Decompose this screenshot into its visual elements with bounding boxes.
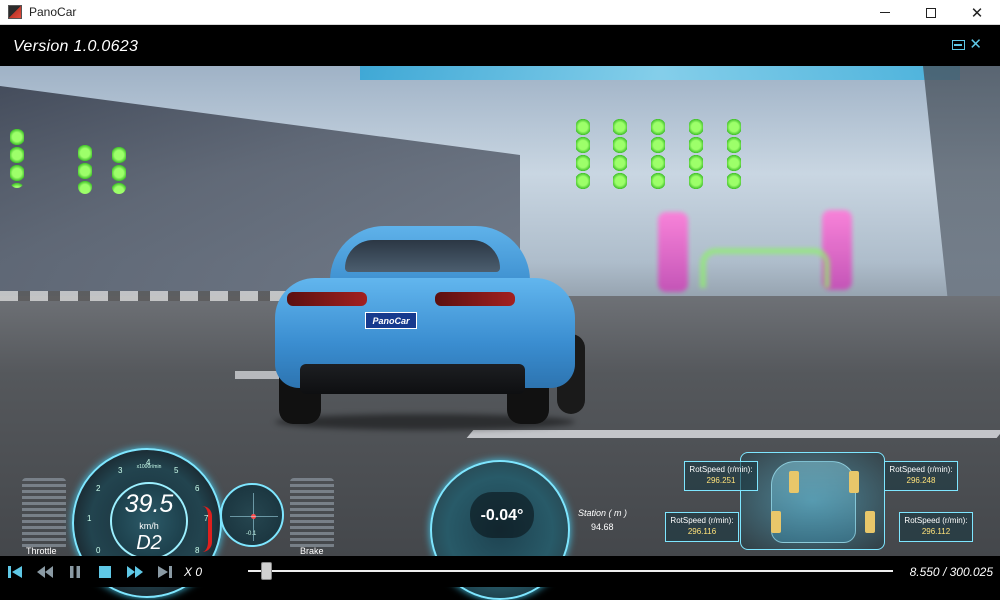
throttle-label: Throttle <box>26 546 57 556</box>
rewind-button[interactable] <box>36 564 54 580</box>
throttle-gauge <box>22 478 66 550</box>
minimize-button[interactable] <box>862 0 908 25</box>
app-logo-icon <box>8 5 22 19</box>
brake-label: Brake <box>300 546 324 556</box>
app-header: Version 1.0.0623 ✕ <box>0 26 1000 66</box>
tire-front-right-icon <box>849 471 859 493</box>
timeline-track[interactable] <box>248 570 893 572</box>
rotspeed-value: 296.251 <box>706 476 736 485</box>
green-arch <box>700 248 830 288</box>
close-icon[interactable]: ✕ <box>969 37 982 52</box>
stop-icon <box>99 566 111 578</box>
header-controls: ✕ <box>952 37 982 52</box>
speedo-tick: 4 <box>146 458 151 467</box>
minimize-icon <box>880 12 890 13</box>
tire-rear-right-icon <box>865 511 875 533</box>
maximize-button[interactable] <box>908 0 954 25</box>
vehicle-rear-window <box>345 240 500 272</box>
title-bar: PanoCar ✕ <box>0 0 1000 25</box>
station-value: 94.68 <box>591 522 614 532</box>
station-label: Station ( m ) <box>578 508 628 518</box>
wheel-rotspeed-front-left: RotSpeed (r/min): 296.251 <box>684 461 758 491</box>
pause-icon <box>70 566 80 578</box>
speed-value: 39.5 <box>124 490 174 518</box>
curb <box>0 291 300 301</box>
playback-speed[interactable]: X 0 <box>184 565 202 579</box>
heading-value: -0.1 <box>246 531 257 537</box>
fast-forward-icon <box>127 566 143 578</box>
rotspeed-label: RotSpeed (r/min): <box>689 465 753 474</box>
brake-gauge <box>290 478 334 550</box>
speedo-tick: 3 <box>118 466 123 475</box>
tail-light <box>287 292 367 306</box>
steering-angle: -0.04° <box>480 507 524 524</box>
rotspeed-label: RotSpeed (r/min): <box>904 516 968 525</box>
start-light <box>78 144 92 194</box>
rewind-icon <box>37 566 53 578</box>
tail-light <box>435 292 515 306</box>
rotspeed-value: 296.248 <box>906 476 936 485</box>
rear-diffuser <box>300 364 525 394</box>
lane-marking <box>235 371 280 379</box>
tire-rear-left-icon <box>771 511 781 533</box>
playback-bar: X 0 8.550 / 300.025 <box>0 556 1000 587</box>
gear-indicator: D2 <box>136 532 162 554</box>
chassis-diagram <box>740 452 885 550</box>
skip-end-icon <box>158 566 172 578</box>
rotspeed-value: 296.112 <box>921 527 951 536</box>
pause-button[interactable] <box>66 564 84 580</box>
heading-dot-icon <box>251 514 256 519</box>
rotspeed-label: RotSpeed (r/min): <box>889 465 953 474</box>
speed-unit: km/h <box>139 521 159 531</box>
right-structure <box>923 66 1000 326</box>
start-light <box>727 118 741 190</box>
start-light <box>576 118 590 190</box>
restore-icon[interactable] <box>952 40 966 50</box>
rotspeed-value: 296.116 <box>687 527 717 536</box>
overhead-banner <box>360 66 960 80</box>
lane-marking <box>466 430 1000 438</box>
start-light <box>112 146 126 194</box>
skip-start-button[interactable] <box>6 564 24 580</box>
playback-time: 8.550 / 300.025 <box>909 565 993 579</box>
tire-front-left-icon <box>789 471 799 493</box>
license-plate: PanoCar <box>365 312 417 329</box>
rotspeed-label: RotSpeed (r/min): <box>670 516 734 525</box>
pink-post <box>658 212 688 292</box>
wheel-rotspeed-rear-left: RotSpeed (r/min): 296.116 <box>665 512 739 542</box>
close-window-button[interactable]: ✕ <box>954 0 1000 25</box>
skip-end-button[interactable] <box>156 564 174 580</box>
heading-gauge: -0.1 <box>220 483 284 547</box>
timeline-scrubber[interactable] <box>261 562 273 580</box>
vehicle: PanoCar <box>275 226 590 430</box>
start-light <box>651 118 665 190</box>
version-label: Version 1.0.0623 <box>13 38 139 55</box>
wheel-rotspeed-rear-right: RotSpeed (r/min): 296.112 <box>899 512 973 542</box>
start-light <box>10 128 24 188</box>
start-light <box>689 118 703 190</box>
speedo-tick: 5 <box>174 466 179 475</box>
close-icon: ✕ <box>970 4 984 22</box>
skip-start-icon <box>8 566 22 578</box>
window-title: PanoCar <box>29 5 77 19</box>
stop-button[interactable] <box>96 564 114 580</box>
start-light <box>613 118 627 190</box>
fast-forward-button[interactable] <box>126 564 144 580</box>
maximize-icon <box>926 7 936 18</box>
wheel-rotspeed-front-right: RotSpeed (r/min): 296.248 <box>884 461 958 491</box>
chassis-car-icon <box>771 461 856 543</box>
app-window: PanoCar ✕ Version 1.0.0623 ✕ PanoCar Thr… <box>0 0 1000 600</box>
